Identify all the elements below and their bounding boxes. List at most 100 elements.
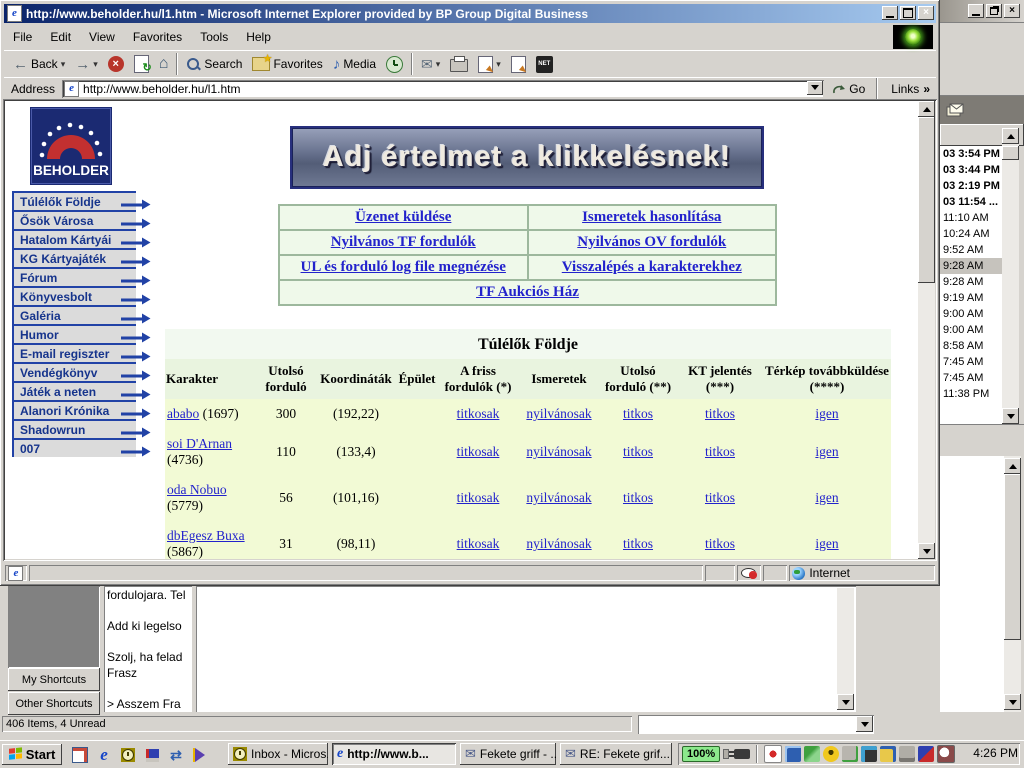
list-item[interactable]: 8:58 AM [940, 338, 1002, 354]
home-button[interactable]: ⌂ [154, 53, 174, 75]
list-item[interactable]: 7:45 AM [940, 370, 1002, 386]
task-button-re-fekete-griff[interactable]: ✉RE: Fekete grif... [560, 743, 672, 765]
ql-outlook-icon[interactable] [118, 745, 138, 765]
my-shortcuts-button[interactable]: My Shortcuts [8, 668, 100, 691]
outlook-reading-scroll-down[interactable] [1004, 694, 1021, 710]
reading-pane-scroll-down[interactable] [837, 694, 854, 710]
titkos-link[interactable]: titkos [623, 536, 653, 552]
tray-magnifier-icon[interactable] [937, 745, 955, 763]
ie-maximize-button[interactable] [900, 6, 916, 20]
forward-dropdown-icon[interactable]: ▾ [93, 59, 98, 70]
list-item[interactable]: 03 2:19 PM [940, 178, 1002, 194]
ql-show-desktop-icon[interactable] [70, 745, 90, 765]
list-item[interactable]: 11:10 AM [940, 210, 1002, 226]
banner[interactable]: Adj értelmet a klikkelésnek! [290, 126, 764, 189]
nyilvanosak-link[interactable]: nyilvánosak [526, 536, 591, 552]
stop-button[interactable]: × [103, 53, 129, 75]
igen-link[interactable]: igen [815, 444, 838, 460]
character-link[interactable]: dbEgesz Buxa [167, 528, 245, 543]
character-link[interactable]: oda Nobuo [167, 482, 227, 497]
nav-item-alanori-kronika[interactable]: Alanori Krónika [12, 400, 136, 419]
nav-item-konyvesbolt[interactable]: Könyvesbolt [12, 286, 136, 305]
task-button-inbox[interactable]: Inbox - Micros... [228, 743, 328, 765]
igen-link[interactable]: igen [815, 406, 838, 422]
titkosak-link[interactable]: titkosak [457, 536, 500, 552]
task-button-beholder[interactable]: ehttp://www.b... [332, 743, 456, 765]
nav-item-galeria[interactable]: Galéria [12, 305, 136, 324]
net-button[interactable]: NET [531, 53, 558, 75]
go-button[interactable]: Go [824, 79, 873, 99]
titkos-link[interactable]: titkos [705, 444, 735, 460]
background-scroll-down[interactable] [856, 716, 873, 732]
history-button[interactable] [381, 53, 408, 75]
nav-item-007[interactable]: 007 [12, 438, 136, 457]
ql-floppy-icon[interactable] [142, 745, 162, 765]
nyilvanosak-link[interactable]: nyilvánosak [526, 444, 591, 460]
list-item[interactable]: 9:52 AM [940, 242, 1002, 258]
outlook-reading-scroll-up[interactable] [1004, 458, 1021, 474]
list-item[interactable]: 9:00 AM [940, 322, 1002, 338]
mail-button[interactable]: ✉▾ [416, 53, 445, 75]
menu-tools[interactable]: Tools [191, 27, 237, 47]
outlook-list-scroll-up[interactable] [1002, 128, 1019, 144]
tray-network-icon[interactable] [842, 746, 858, 762]
nav-item-humor[interactable]: Humor [12, 324, 136, 343]
titkosak-link[interactable]: titkosak [457, 444, 500, 460]
search-button[interactable]: Search [181, 53, 247, 75]
nav-item-forum[interactable]: Fórum [12, 267, 136, 286]
nav-item-shadowrun[interactable]: Shadowrun [12, 419, 136, 438]
titkos-link[interactable]: titkos [623, 444, 653, 460]
task-button-fekete-griff[interactable]: ✉Fekete griff - ... [460, 743, 556, 765]
list-item[interactable]: 03 11:54 ... [940, 194, 1002, 210]
titkos-link[interactable]: titkos [705, 536, 735, 552]
edit-dropdown-icon[interactable]: ▾ [496, 59, 501, 70]
privacy-report-pane[interactable] [737, 565, 761, 581]
titkosak-link[interactable]: titkosak [457, 490, 500, 506]
titkos-link[interactable]: titkos [623, 406, 653, 422]
reading-pane-scrollbar[interactable] [837, 588, 854, 710]
outlook-list-scroll-down[interactable] [1002, 408, 1019, 424]
menu-edit[interactable]: Edit [41, 27, 80, 47]
list-item[interactable]: 10:24 AM [940, 226, 1002, 242]
list-item[interactable]: 9:28 AM [940, 274, 1002, 290]
ql-internet-explorer-icon[interactable]: e [94, 745, 114, 765]
menu-view[interactable]: View [80, 27, 124, 47]
menu-favorites[interactable]: Favorites [124, 27, 191, 47]
titkos-link[interactable]: titkos [705, 406, 735, 422]
nyilvanosak-link[interactable]: nyilvánosak [526, 490, 591, 506]
back-button[interactable]: ← Back ▾ [8, 53, 70, 75]
ql-media-player-icon[interactable] [190, 745, 210, 765]
list-item[interactable]: 9:00 AM [940, 306, 1002, 322]
link-ismeretek-hasonlitasa[interactable]: Ismeretek hasonlítása [582, 209, 721, 225]
link-tf-aukcios-haz[interactable]: TF Aukciós Ház [476, 284, 579, 300]
character-link[interactable]: soi D'Arnan [167, 436, 232, 451]
taskbar-clock[interactable]: 4:26 PM [973, 746, 1018, 760]
list-item[interactable]: 03 3:54 PM [940, 146, 1002, 162]
character-link[interactable]: ababo [167, 406, 199, 421]
address-dropdown-button[interactable] [807, 81, 823, 95]
battery-indicator[interactable]: 100% [682, 746, 720, 762]
power-plug-icon[interactable] [734, 749, 750, 759]
print-button[interactable] [445, 53, 473, 75]
ie-scrollbar[interactable] [918, 101, 935, 559]
nav-item-osok-varosa[interactable]: Ősök Városa [12, 210, 136, 229]
tray-monitor-icon[interactable] [861, 746, 877, 762]
start-button[interactable]: Start [2, 744, 62, 765]
link-ul-log-file[interactable]: UL és forduló log file megnézése [301, 259, 506, 275]
igen-link[interactable]: igen [815, 490, 838, 506]
address-input[interactable]: e http://www.beholder.hu/l1.htm [62, 80, 824, 98]
outlook-reading-scrollbar[interactable] [1004, 456, 1021, 712]
menu-file[interactable]: File [4, 27, 41, 47]
ie-close-button[interactable]: × [918, 6, 934, 20]
outlook-minimize-button[interactable] [968, 4, 984, 18]
link-nyilvanos-ov-fordulok[interactable]: Nyilvános OV fordulók [577, 234, 726, 250]
link-uzenet-kuldese[interactable]: Üzenet küldése [355, 209, 451, 225]
list-item[interactable]: 03 3:44 PM [940, 162, 1002, 178]
ie-scroll-thumb[interactable] [918, 117, 935, 283]
nyilvanosak-link[interactable]: nyilvánosak [526, 406, 591, 422]
tray-pcmcia-icon[interactable] [804, 746, 820, 762]
refresh-button[interactable]: ↻ [129, 53, 154, 75]
edit-button[interactable]: ▾ [473, 53, 506, 75]
tray-messenger-icon[interactable] [823, 746, 839, 762]
titkos-link[interactable]: titkos [705, 490, 735, 506]
